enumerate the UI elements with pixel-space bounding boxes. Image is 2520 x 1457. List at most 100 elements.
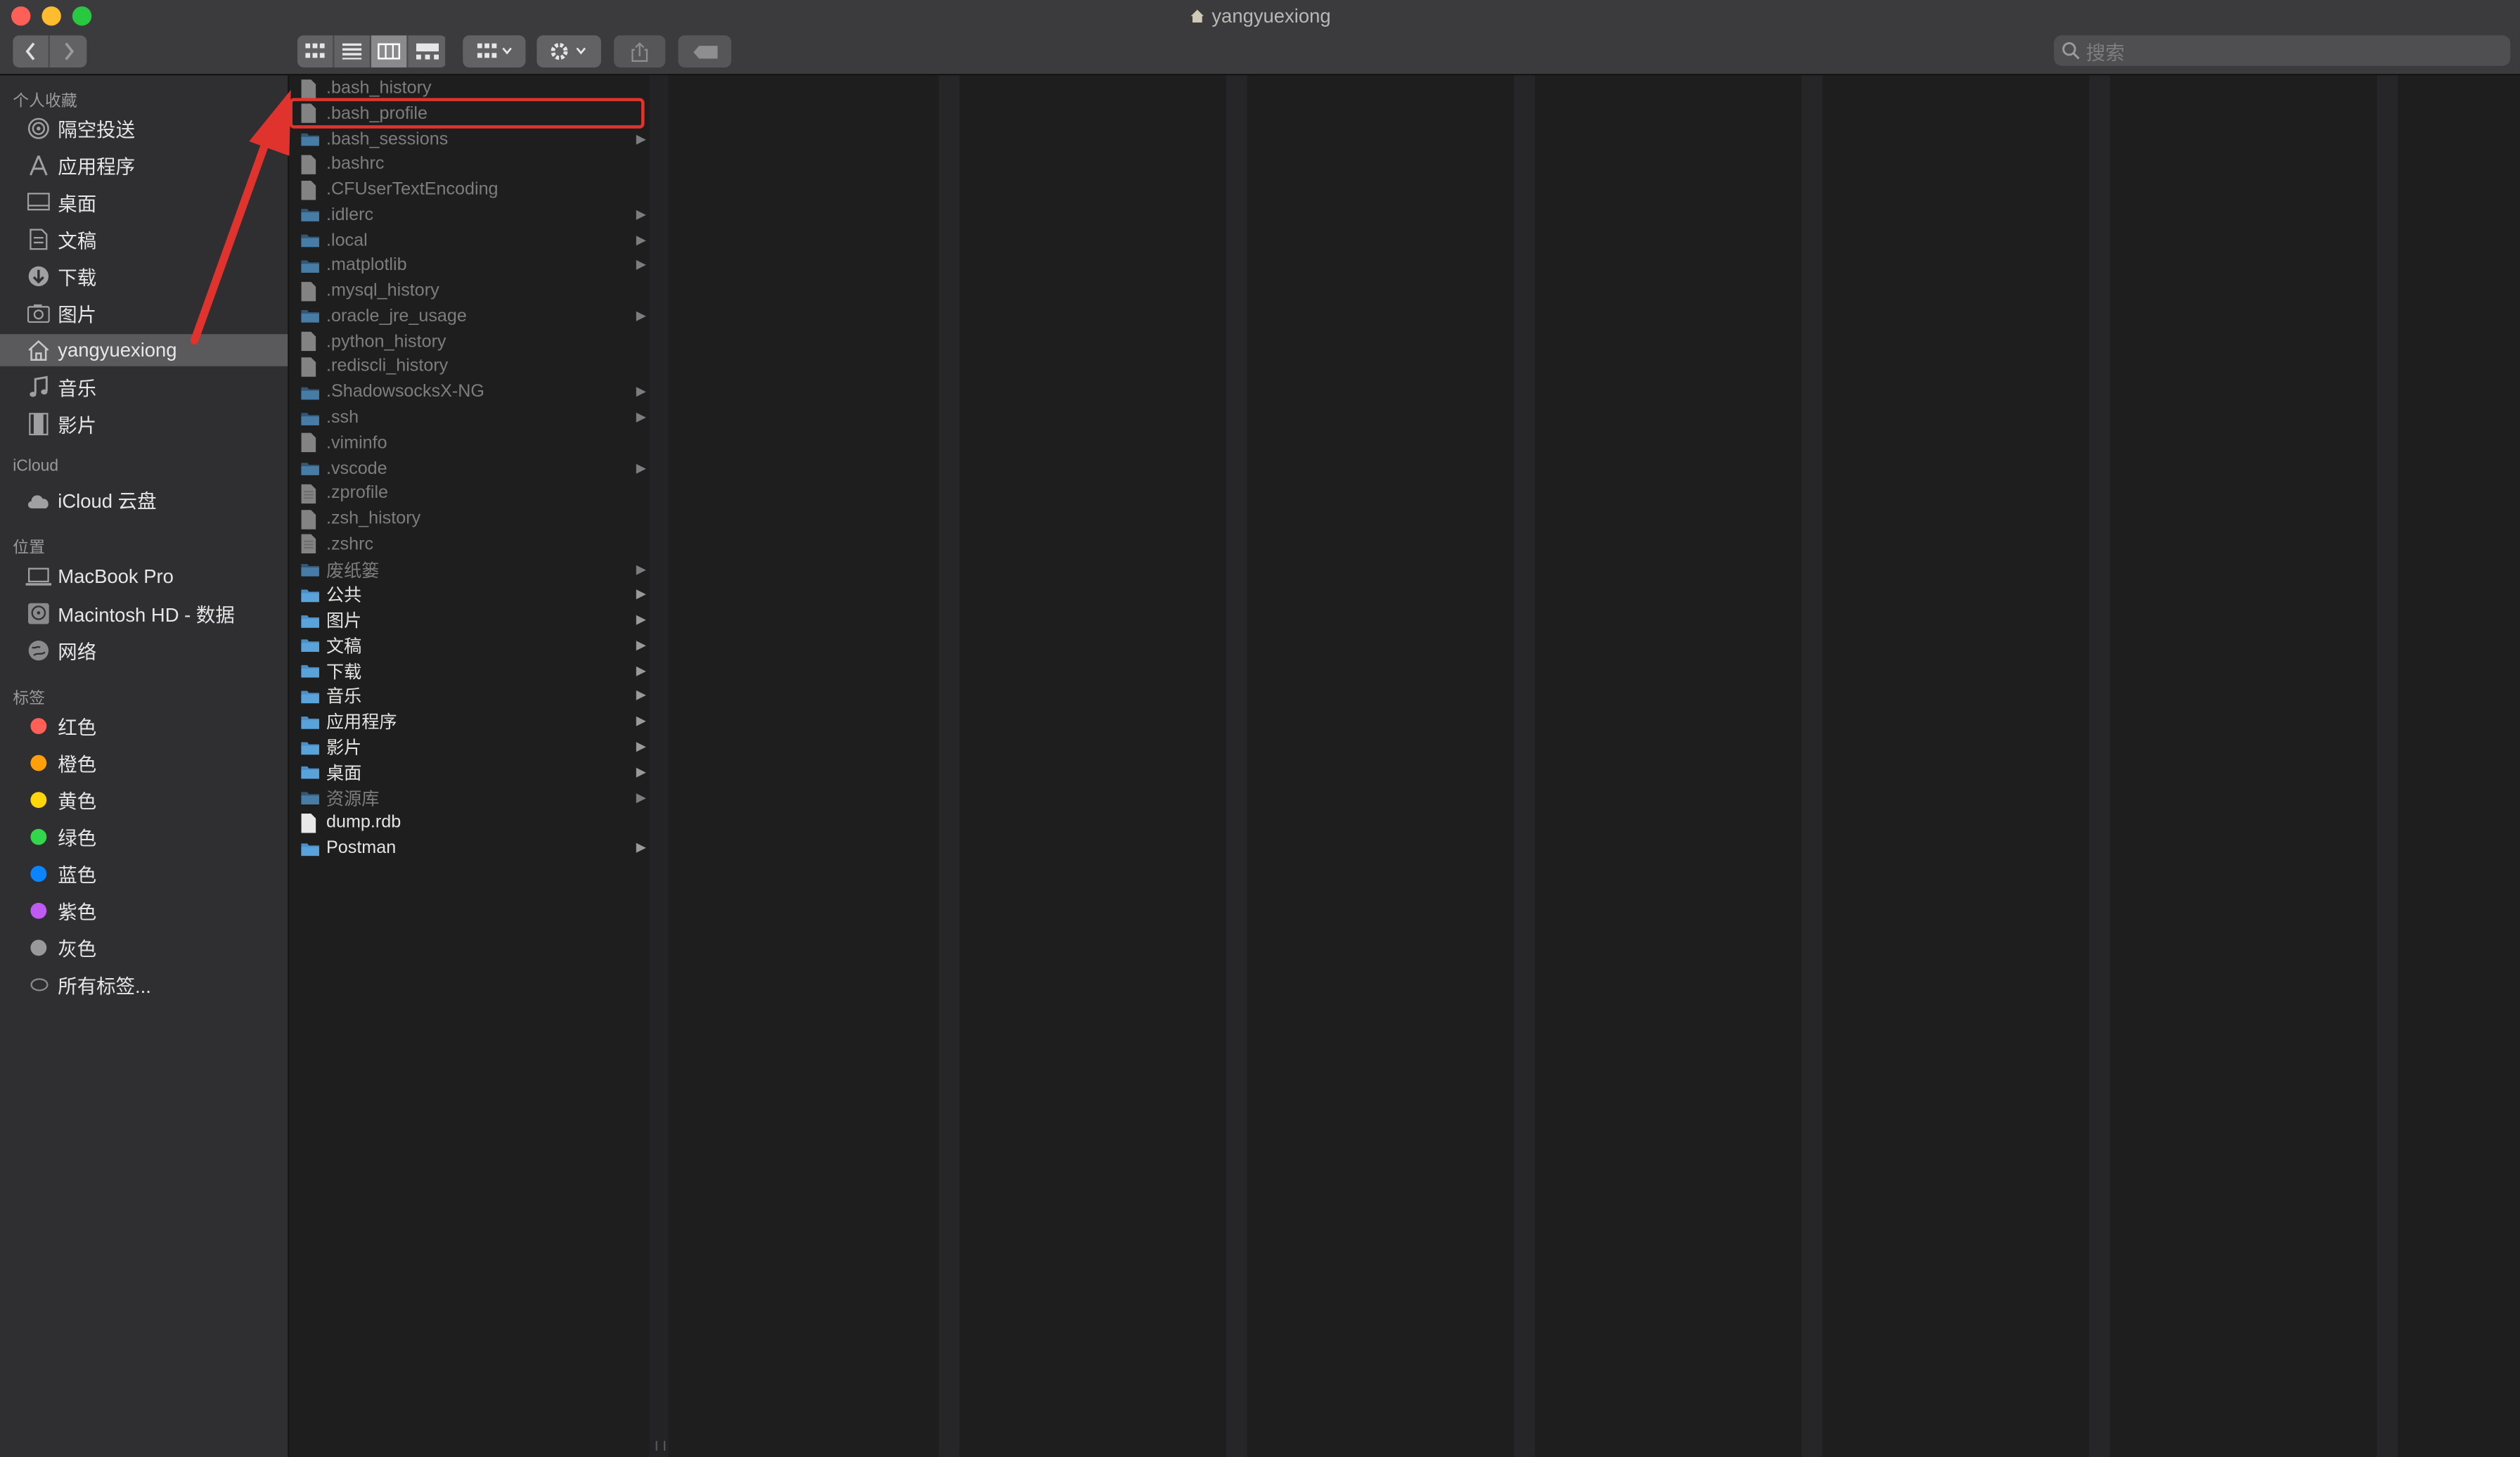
folder-row[interactable]: .ssh ▶: [289, 405, 649, 431]
folder-row[interactable]: 公共 ▶: [289, 582, 649, 608]
column-divider[interactable]: [938, 75, 960, 1457]
sidebar-tag-gray[interactable]: 灰色: [0, 932, 288, 964]
disclosure-arrow-icon: ▶: [636, 561, 646, 577]
sidebar-item-label: 音乐: [58, 376, 97, 399]
folder-icon: [300, 458, 319, 479]
home-icon: [1190, 9, 1204, 23]
folder-row[interactable]: 影片 ▶: [289, 734, 649, 760]
sidebar-tag-yellow[interactable]: 黄色: [0, 784, 288, 816]
share-button[interactable]: [614, 35, 666, 68]
finder-window: yangyuexiong 搜索 个人收藏 隔空投送 应用程序 桌面 文稿 下载 …: [0, 0, 2520, 1457]
sidebar-tag-orange[interactable]: 橙色: [0, 747, 288, 779]
folder-row[interactable]: 文稿 ▶: [289, 633, 649, 659]
action-button[interactable]: [536, 35, 601, 68]
folder-row[interactable]: .bash_sessions ▶: [289, 126, 649, 152]
folder-icon: [300, 711, 319, 732]
column-view-button[interactable]: [371, 35, 409, 68]
folder-row[interactable]: 桌面 ▶: [289, 759, 649, 785]
desktop-icon: [26, 190, 52, 216]
column-divider[interactable]: [1226, 75, 1247, 1457]
column-divider[interactable]: [1514, 75, 1535, 1457]
sidebar-item-label: 橙色: [58, 752, 97, 776]
file-row[interactable]: .mysql_history: [289, 278, 649, 304]
file-name: .rediscli_history: [326, 357, 449, 377]
column-resize-handle[interactable]: [649, 75, 669, 1457]
network-icon: [26, 638, 52, 664]
folder-row[interactable]: Postman ▶: [289, 835, 649, 861]
sidebar-item-airdrop[interactable]: 隔空投送: [0, 113, 288, 145]
file-row[interactable]: dump.rdb: [289, 810, 649, 836]
folder-row[interactable]: 音乐 ▶: [289, 683, 649, 710]
disclosure-arrow-icon: ▶: [636, 308, 646, 323]
file-row[interactable]: .zprofile: [289, 481, 649, 507]
sidebar-item-music[interactable]: 音乐: [0, 371, 288, 404]
folder-row[interactable]: .oracle_jre_usage ▶: [289, 304, 649, 330]
file-row[interactable]: .zshrc: [289, 532, 649, 558]
sidebar-tag-all[interactable]: 所有标签...: [0, 968, 288, 1001]
sidebar-item-label: 隔空投送: [58, 117, 136, 141]
sidebar-item-desktop[interactable]: 桌面: [0, 186, 288, 219]
folder-row[interactable]: .matplotlib ▶: [289, 253, 649, 279]
file-name: .local: [326, 231, 368, 250]
file-row[interactable]: .CFUserTextEncoding: [289, 176, 649, 203]
red-tag-dot-icon: [26, 713, 52, 739]
gallery-view-button[interactable]: [408, 35, 446, 68]
documents-icon: [26, 226, 52, 252]
file-row[interactable]: .zsh_history: [289, 506, 649, 532]
group-by-button[interactable]: [463, 35, 526, 68]
folder-row[interactable]: .local ▶: [289, 227, 649, 253]
sidebar-item-home[interactable]: yangyuexiong: [0, 334, 288, 366]
sidebar-tag-green[interactable]: 绿色: [0, 821, 288, 853]
file-name: .bashrc: [326, 154, 385, 174]
file-row[interactable]: .bashrc: [289, 151, 649, 177]
sidebar-item-network[interactable]: 网络: [0, 634, 288, 667]
folder-row[interactable]: .idlerc ▶: [289, 202, 649, 228]
folder-row[interactable]: 应用程序 ▶: [289, 709, 649, 735]
folder-icon: [300, 407, 319, 428]
document-icon: [300, 432, 319, 454]
folder-row[interactable]: .ShadowsocksX-NG ▶: [289, 380, 649, 406]
file-row[interactable]: .viminfo: [289, 430, 649, 456]
column-divider[interactable]: [1801, 75, 1822, 1457]
edit-tags-button[interactable]: [678, 35, 731, 68]
chevron-left-icon: [25, 42, 35, 60]
file-name: .bash_sessions: [326, 129, 449, 149]
file-row[interactable]: .python_history: [289, 329, 649, 355]
tags-header: 标签: [13, 691, 45, 709]
sidebar-item-label: 红色: [58, 715, 97, 738]
sidebar-item-documents[interactable]: 文稿: [0, 224, 288, 256]
icon-view-button[interactable]: [297, 35, 335, 68]
sidebar-tag-blue[interactable]: 蓝色: [0, 858, 288, 890]
folder-row[interactable]: 下载 ▶: [289, 658, 649, 684]
forward-button[interactable]: [49, 35, 87, 68]
sidebar-item-label: MacBook Pro: [58, 565, 174, 589]
sidebar-item-macintosh-hd[interactable]: Macintosh HD - 数据: [0, 598, 288, 630]
sidebar-item-applications[interactable]: 应用程序: [0, 149, 288, 181]
sidebar-tag-purple[interactable]: 紫色: [0, 894, 288, 927]
sidebar-item-pictures[interactable]: 图片: [0, 297, 288, 330]
list-view-button[interactable]: [334, 35, 371, 68]
folder-row[interactable]: .vscode ▶: [289, 456, 649, 482]
column-divider[interactable]: [2377, 75, 2398, 1457]
icloud-icon: [26, 487, 52, 513]
sidebar-item-macbook-pro[interactable]: MacBook Pro: [0, 560, 288, 593]
file-name: 应用程序: [326, 713, 397, 733]
locations-header: 位置: [13, 539, 45, 558]
sidebar-item-movies[interactable]: 影片: [0, 408, 288, 440]
file-name: .mysql_history: [326, 281, 439, 301]
back-button[interactable]: [13, 35, 50, 68]
file-name: .ShadowsocksX-NG: [326, 383, 484, 402]
file-name: .zsh_history: [326, 509, 421, 529]
sidebar-tag-red[interactable]: 红色: [0, 710, 288, 743]
file-row[interactable]: .rediscli_history: [289, 354, 649, 380]
sidebar-item-label: 绿色: [58, 826, 97, 849]
sidebar-item-icloud-drive[interactable]: iCloud 云盘: [0, 484, 288, 516]
sidebar-item-label: 下载: [58, 266, 97, 289]
search-field[interactable]: 搜索: [2054, 35, 2511, 66]
folder-row[interactable]: 废纸篓 ▶: [289, 557, 649, 583]
sidebar-item-downloads[interactable]: 下载: [0, 260, 288, 293]
folder-row[interactable]: 资源库 ▶: [289, 785, 649, 811]
column-divider[interactable]: [2089, 75, 2111, 1457]
sidebar-item-label: 蓝色: [58, 863, 97, 886]
folder-row[interactable]: 图片 ▶: [289, 608, 649, 634]
